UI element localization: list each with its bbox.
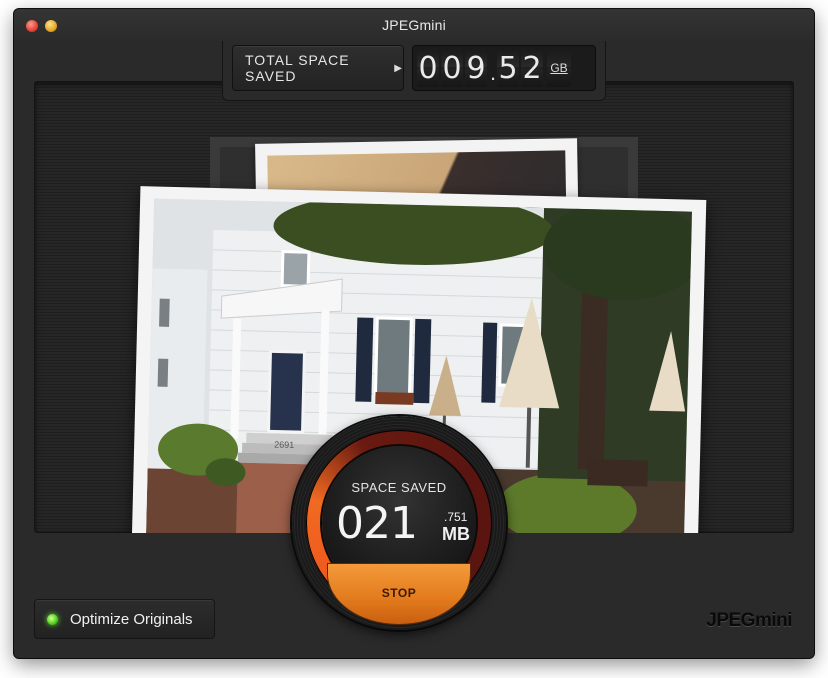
stop-button[interactable]: STOP [328,564,470,624]
odometer-digit: 2 [521,49,543,87]
odometer-unit: GB [547,49,571,87]
optimize-originals-button[interactable]: Optimize Originals [34,599,215,639]
stop-button-label: STOP [381,586,417,600]
space-saved-label: SPACE SAVED [351,480,447,495]
status-led-icon [47,613,58,625]
total-space-saved-label: TOTAL SPACE SAVED [245,52,350,84]
odometer-decimal-point: . [489,60,497,85]
odometer-digit: 0 [417,49,439,87]
space-saved-decimal: .751 [444,510,468,524]
odometer-digit: 0 [441,49,463,87]
optimize-originals-label: Optimize Originals [70,610,193,628]
house-number: 2691 [274,439,294,449]
space-saved-unit: MB [442,524,470,544]
window-title: JPEGmini [382,17,446,33]
space-saved-value: 021 [336,498,418,549]
title-bar[interactable]: JPEGmini [14,9,814,41]
total-space-saved-odometer: 0 0 9 . 5 2 GB [412,45,596,91]
play-arrow-icon: ▶ [394,62,403,74]
space-saved-gauge: SPACE SAVED 021 .751 MB STOP [292,416,506,630]
odometer-digit: 5 [497,49,519,87]
total-space-saved-button[interactable]: TOTAL SPACE SAVED ▶ [232,45,404,91]
jpegmini-logo: JPEGmini [706,610,792,631]
odometer-digit: 9 [465,49,487,87]
